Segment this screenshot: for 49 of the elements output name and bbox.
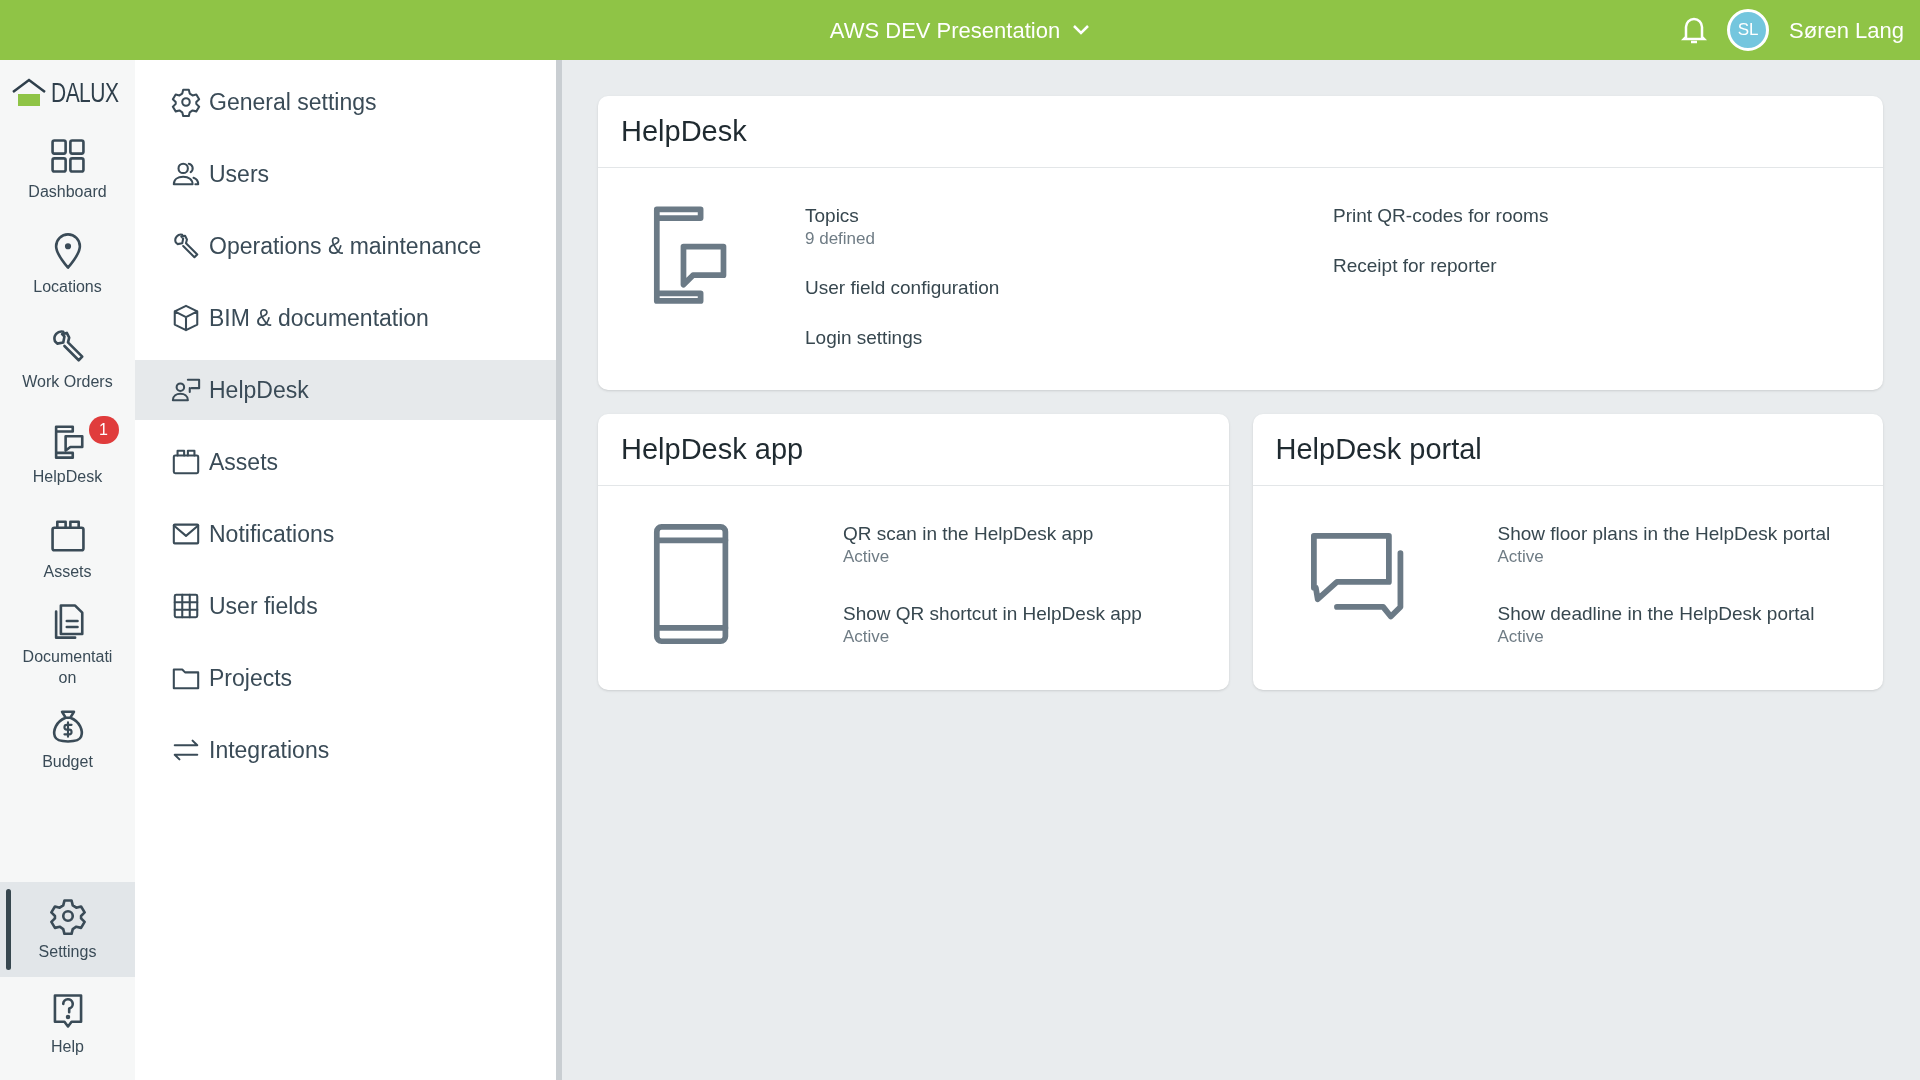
settings-menu-item[interactable]: Notifications	[135, 504, 556, 564]
box-icon	[171, 447, 201, 477]
setting-link[interactable]: User field configuration	[805, 276, 1333, 300]
setting-link[interactable]: Login settings	[805, 326, 1333, 350]
settings-icon	[48, 897, 87, 935]
settings-menu-item[interactable]: Assets	[135, 432, 556, 492]
setting-link[interactable]: Print QR-codes for rooms	[1333, 204, 1861, 228]
setting-link[interactable]: Show deadline in the HelpDesk portal	[1497, 602, 1853, 626]
grid-icon	[171, 591, 201, 621]
settings-menu-item[interactable]: HelpDesk	[135, 360, 556, 420]
rail-item[interactable]: Help	[0, 977, 135, 1072]
setting-status: 9 defined	[805, 228, 876, 250]
house-icon	[10, 78, 47, 108]
dashboard-icon	[48, 137, 87, 175]
setting-link[interactable]: Receipt for reporter	[1333, 254, 1861, 278]
settings-menu-item[interactable]: Integrations	[135, 720, 556, 780]
setting-link[interactable]: Show floor plans in the HelpDesk portal	[1497, 522, 1853, 546]
card-title: HelpDesk app	[598, 414, 1229, 486]
setting-link[interactable]: Show QR shortcut in HelpDesk app	[843, 602, 1199, 626]
cube-icon	[171, 303, 201, 333]
rail-item[interactable]: Dashboard	[0, 122, 135, 217]
settings-menu-item[interactable]: Operations & maintenance	[135, 216, 556, 276]
bell-icon[interactable]	[1681, 15, 1708, 45]
settings-icon	[171, 87, 201, 117]
card-title: HelpDesk	[598, 96, 1883, 168]
setting-status: Active	[1497, 546, 1545, 568]
setting-status: Active	[1497, 626, 1545, 648]
dalux-logo[interactable]: DALUX	[0, 60, 135, 122]
chevron-down-icon	[1072, 24, 1091, 36]
settings-menu-item[interactable]: General settings	[135, 72, 556, 132]
settings-menu-item[interactable]: Projects	[135, 648, 556, 708]
notification-badge: 1	[88, 416, 119, 444]
setting-link[interactable]: Topics	[805, 204, 1333, 228]
wrench-icon	[171, 231, 201, 261]
rail-item[interactable]: Work Orders	[0, 312, 135, 407]
rail-item[interactable]: Assets	[0, 502, 135, 597]
setting-status: Active	[843, 626, 891, 648]
setting-link[interactable]: QR scan in the HelpDesk app	[843, 522, 1199, 546]
settings-menu-item[interactable]: User fields	[135, 576, 556, 636]
rail-item[interactable]: 1 HelpDesk	[0, 407, 135, 502]
card-title: HelpDesk portal	[1252, 414, 1883, 486]
rail-item[interactable]: Documentation	[0, 597, 135, 692]
setting-status: Active	[843, 546, 891, 568]
rail-item[interactable]: Budget	[0, 692, 135, 787]
box-icon	[48, 517, 87, 555]
settings-menu-item[interactable]: Users	[135, 144, 556, 204]
rail-item[interactable]: Locations	[0, 217, 135, 312]
rail-item[interactable]: Settings	[0, 882, 135, 977]
settings-menu-item[interactable]: BIM & documentation	[135, 288, 556, 348]
